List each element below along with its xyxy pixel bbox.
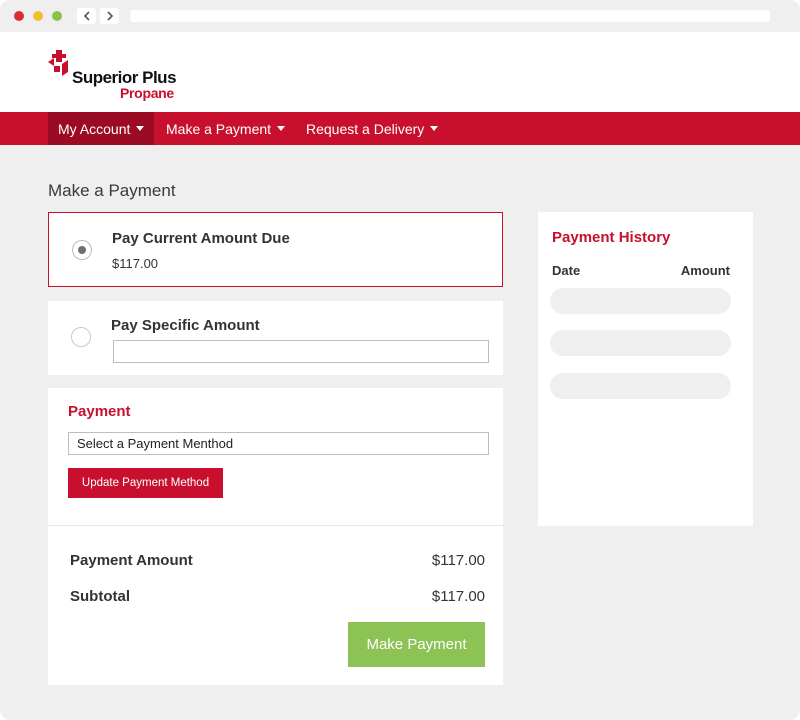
column-header-amount: Amount (680, 263, 730, 278)
payment-amount-label: Payment Amount (70, 552, 193, 569)
page-title: Make a Payment (48, 181, 176, 200)
brand-logo[interactable]: Superior Plus Propane (48, 50, 188, 101)
subtotal-value: $117.00 (431, 588, 485, 605)
option-label: Pay Specific Amount (111, 317, 260, 334)
nav-item-label: Make a Payment (166, 120, 272, 137)
nav-item-label: My Account (58, 120, 131, 137)
radio-button[interactable] (71, 327, 91, 347)
brand-subname: Propane (120, 85, 174, 101)
history-row-placeholder (550, 330, 731, 356)
forward-button[interactable] (100, 8, 119, 24)
main-nav: My Account Make a Payment Request a Deli… (0, 112, 800, 145)
payment-history-panel: Payment History Date Amount (538, 212, 753, 526)
current-amount-due: $117.00 (112, 256, 159, 271)
column-header-date: Date (552, 263, 581, 278)
browser-window: Superior Plus Propane My Account Make a … (0, 0, 800, 720)
pay-specific-amount-option[interactable]: Pay Specific Amount (48, 301, 503, 375)
payment-history-title: Payment History (552, 229, 671, 246)
history-row-placeholder (550, 288, 731, 314)
site-header: Superior Plus Propane (0, 32, 800, 112)
superior-plus-mark-icon (48, 50, 68, 76)
nav-item-label: Request a Delivery (306, 120, 425, 137)
close-window-icon[interactable] (14, 11, 24, 21)
subtotal-label: Subtotal (70, 588, 130, 605)
payment-heading: Payment (68, 403, 131, 420)
chevron-down-icon (136, 126, 145, 131)
payment-method-select[interactable]: Select a Payment Menthod (68, 432, 489, 455)
minimize-window-icon[interactable] (33, 11, 43, 21)
pay-current-amount-option[interactable]: Pay Current Amount Due $117.00 (48, 212, 503, 287)
chevron-right-icon (106, 11, 113, 21)
back-button[interactable] (77, 8, 96, 24)
update-payment-method-button[interactable]: Update Payment Method (68, 468, 223, 498)
chevron-down-icon (277, 126, 286, 131)
maximize-window-icon[interactable] (52, 11, 62, 21)
history-row-placeholder (550, 373, 731, 399)
make-payment-button[interactable]: Make Payment (348, 622, 485, 667)
chevron-left-icon (83, 11, 90, 21)
option-label: Pay Current Amount Due (112, 230, 290, 247)
chevron-down-icon (430, 126, 439, 131)
nav-request-a-delivery[interactable]: Request a Delivery (296, 112, 448, 145)
nav-my-account[interactable]: My Account (48, 112, 155, 145)
divider (48, 525, 503, 526)
payment-panel: Payment Select a Payment Menthod Update … (48, 388, 503, 685)
browser-toolbar (0, 0, 800, 32)
radio-dot-icon (78, 246, 86, 254)
radio-button-selected[interactable] (72, 240, 92, 260)
address-bar[interactable] (130, 10, 770, 22)
payment-amount-value: $117.00 (431, 552, 485, 569)
specific-amount-input[interactable] (113, 340, 489, 363)
nav-make-a-payment[interactable]: Make a Payment (156, 112, 295, 145)
